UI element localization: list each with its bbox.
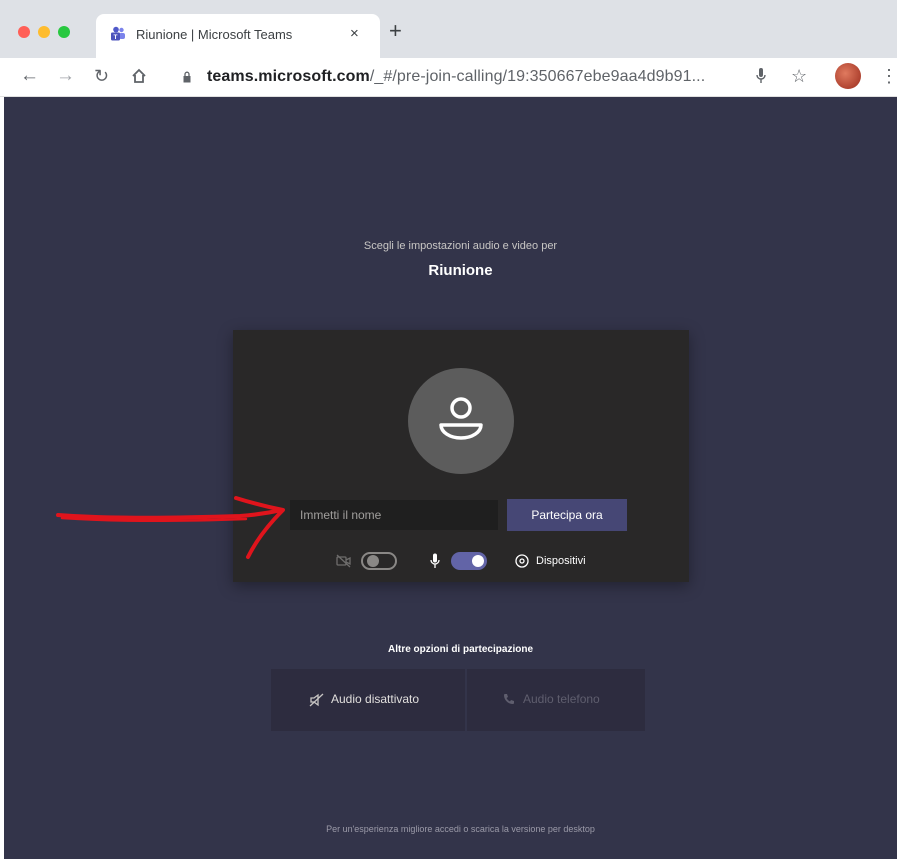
- speaker-off-icon: [309, 693, 324, 707]
- prejoin-subtitle: Scegli le impostazioni audio e video per: [363, 240, 558, 252]
- menu-kebab-icon[interactable]: ⋮: [880, 64, 897, 88]
- devices-label[interactable]: Dispositivi: [536, 555, 586, 567]
- microphone-toggle-knob: [472, 555, 484, 567]
- tab-close-icon[interactable]: ×: [350, 25, 359, 42]
- profile-avatar[interactable]: [835, 63, 861, 89]
- user-avatar-placeholder: [408, 368, 514, 474]
- name-input[interactable]: [290, 500, 498, 530]
- url-path: /_#/pre-join-calling/19:350667ebe9aa4d9b…: [369, 68, 706, 85]
- settings-gear-icon[interactable]: [514, 553, 530, 569]
- browser-tab[interactable]: T Riunione | Microsoft Teams ×: [96, 14, 380, 58]
- audio-off-option[interactable]: Audio disattivato: [271, 669, 465, 731]
- prejoin-card: Partecipa ora Dispositivi: [233, 330, 689, 582]
- url-text: teams.microsoft.com/_#/pre-join-calling/…: [207, 68, 705, 86]
- phone-audio-label: Audio telefono: [523, 692, 600, 706]
- browser-toolbar: ← → ↻ teams.microsoft.com/_#/pre-join-ca…: [0, 58, 897, 97]
- join-now-button[interactable]: Partecipa ora: [507, 499, 627, 531]
- reload-icon[interactable]: ↻: [94, 64, 109, 88]
- camera-toggle[interactable]: [361, 552, 397, 570]
- teams-prejoin-page: Scegli le impostazioni audio e video per…: [4, 97, 897, 859]
- home-icon[interactable]: [130, 67, 148, 85]
- url-host: teams.microsoft.com: [207, 68, 370, 85]
- window-close-dot[interactable]: [18, 26, 30, 38]
- device-controls: Dispositivi: [233, 549, 689, 573]
- camera-toggle-knob: [367, 555, 379, 567]
- new-tab-icon[interactable]: +: [389, 20, 402, 42]
- camera-off-icon: [336, 554, 351, 568]
- phone-audio-option[interactable]: Audio telefono: [467, 669, 645, 731]
- forward-icon[interactable]: →: [56, 64, 75, 88]
- audio-off-label: Audio disattivato: [331, 692, 420, 706]
- window-zoom-dot[interactable]: [58, 26, 70, 38]
- bookmark-star-icon[interactable]: ☆: [791, 64, 807, 88]
- other-options-heading: Altre opzioni di partecipazione: [387, 644, 533, 655]
- window-minimize-dot[interactable]: [38, 26, 50, 38]
- microphone-toggle[interactable]: [451, 552, 487, 570]
- svg-text:T: T: [114, 34, 118, 41]
- footer-note: Per un'esperienza migliore accedi o scar…: [326, 824, 595, 834]
- meeting-title: Riunione: [428, 262, 493, 279]
- microphone-icon: [430, 553, 440, 568]
- browser-tab-strip: T Riunione | Microsoft Teams × +: [0, 0, 897, 58]
- teams-icon: T: [111, 26, 125, 41]
- back-icon[interactable]: ←: [20, 64, 39, 88]
- address-bar[interactable]: teams.microsoft.com/_#/pre-join-calling/…: [171, 62, 811, 92]
- person-icon: [439, 397, 483, 440]
- mic-indicator-icon[interactable]: [755, 67, 767, 85]
- lock-icon[interactable]: [183, 71, 191, 83]
- tab-title: Riunione | Microsoft Teams: [136, 27, 293, 42]
- phone-icon: [504, 694, 514, 704]
